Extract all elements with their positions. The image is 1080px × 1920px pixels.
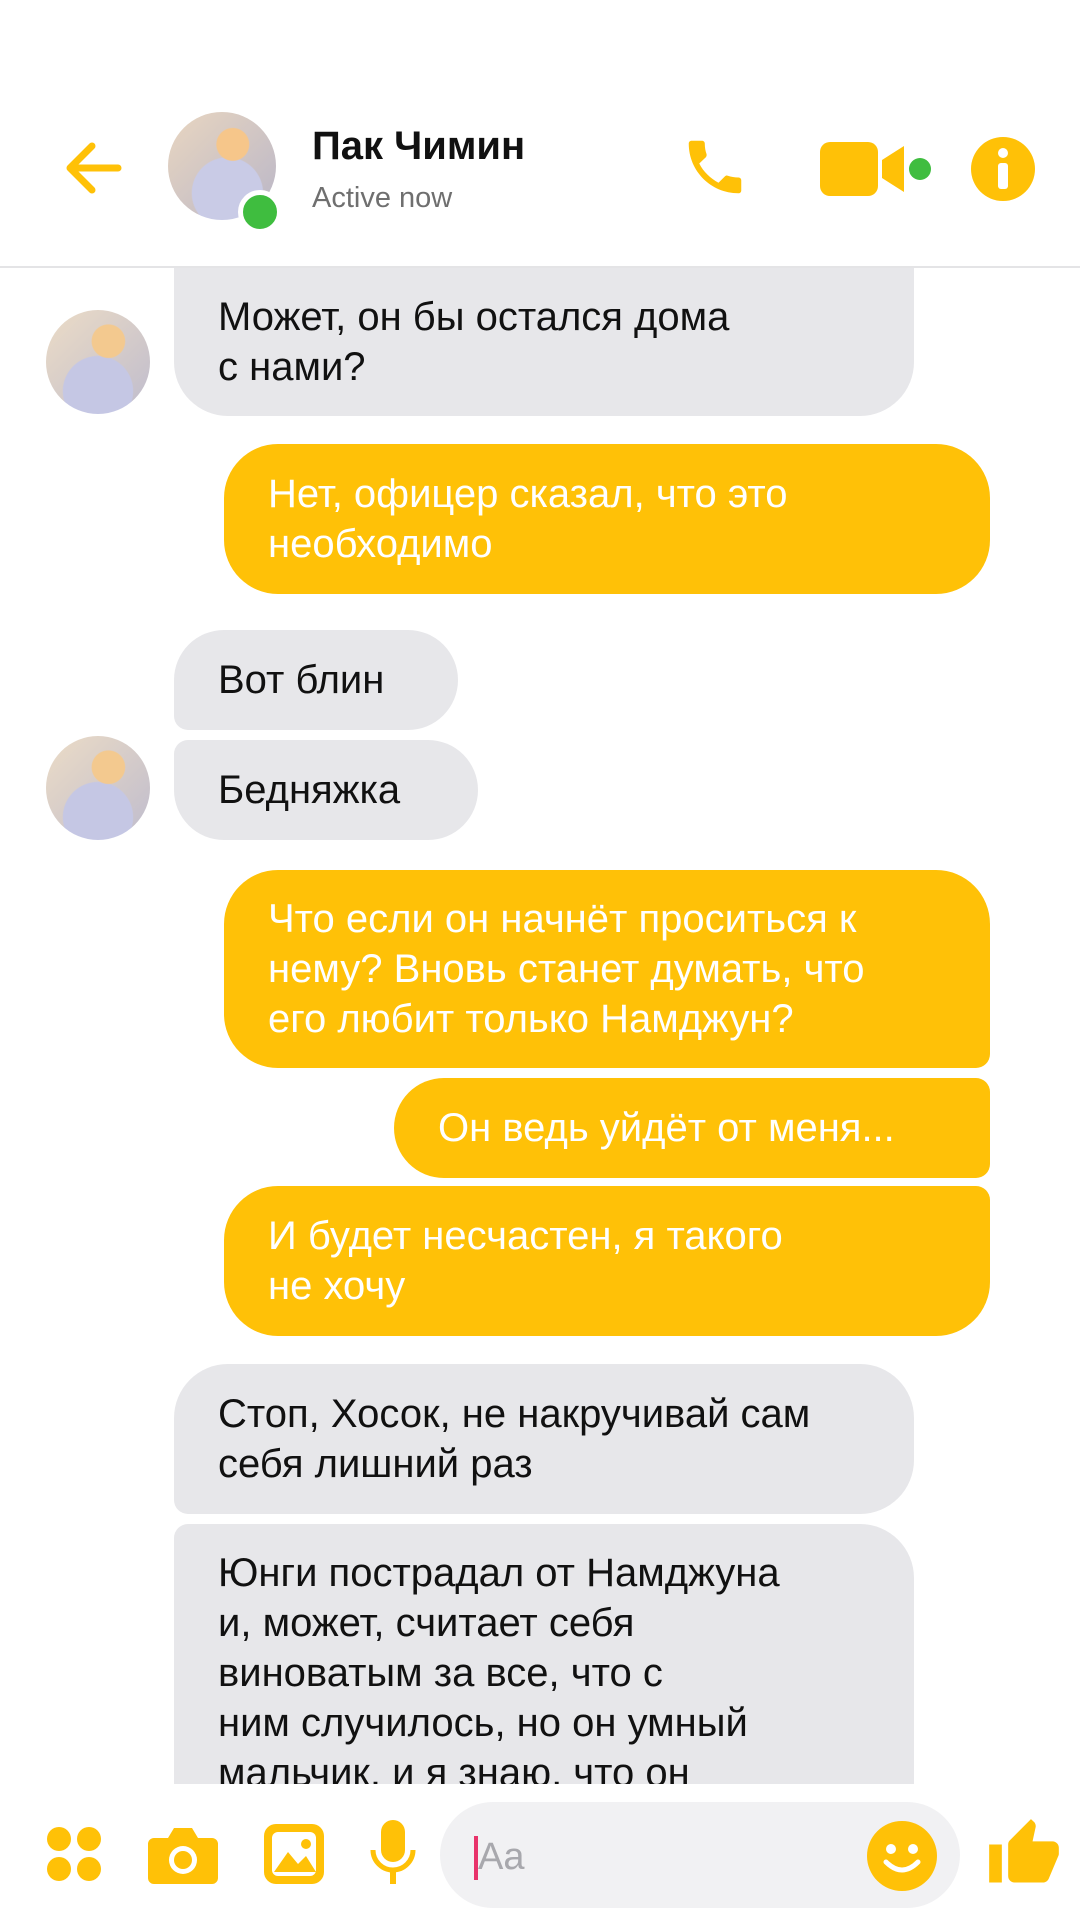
message-line: Юнги пострадал от Намджуна xyxy=(218,1551,780,1595)
contact-name[interactable]: Пак Чимин xyxy=(312,124,525,169)
message-bubble-incoming[interactable]: Может, он бы остался дома с нами? xyxy=(174,268,914,416)
message-bubble-outgoing[interactable]: Нет, офицер сказал, что это необходимо xyxy=(224,444,990,594)
microphone-icon[interactable] xyxy=(368,1818,418,1890)
message-line: Он ведь уйдёт от меня... xyxy=(438,1106,895,1150)
contact-status: Active now xyxy=(312,182,453,214)
message-line: И будет несчастен, я такого xyxy=(268,1214,783,1258)
message-line: виноватым за все, что с xyxy=(218,1651,663,1695)
message-line: себя лишний раз xyxy=(218,1442,533,1486)
message-bubble-outgoing[interactable]: И будет несчастен, я такого не хочу xyxy=(224,1186,990,1336)
message-line: Может, он бы остался дома xyxy=(218,295,730,339)
message-line: необходимо xyxy=(268,522,493,566)
contact-avatar-small[interactable] xyxy=(46,310,150,414)
message-bubble-outgoing[interactable]: Он ведь уйдёт от меня... xyxy=(394,1078,990,1178)
message-line: и, может, считает себя xyxy=(218,1601,635,1645)
message-bubble-incoming[interactable]: Бедняжка xyxy=(174,740,478,840)
message-input-placeholder: Aa xyxy=(478,1836,525,1878)
message-line: его любит только Намджун? xyxy=(268,997,794,1041)
message-line: с нами? xyxy=(218,345,366,389)
apps-grid-icon[interactable] xyxy=(44,1824,104,1884)
message-bubble-incoming[interactable]: Стоп, Хосок, не накручивай сам себя лишн… xyxy=(174,1364,914,1514)
phone-icon[interactable] xyxy=(680,132,750,202)
camera-icon[interactable] xyxy=(148,1822,218,1886)
contact-avatar-small[interactable] xyxy=(46,736,150,840)
chat-header: Пак Чимин Active now xyxy=(0,0,1080,268)
message-line: Стоп, Хосок, не накручивай сам xyxy=(218,1392,811,1436)
message-line: ним случилось, но он умный xyxy=(218,1701,748,1745)
message-line: мальчик, и я знаю, что он xyxy=(218,1751,690,1784)
back-arrow-icon[interactable] xyxy=(58,132,130,204)
message-line: не хочу xyxy=(268,1264,406,1308)
video-call-icon[interactable] xyxy=(818,138,938,200)
info-icon[interactable] xyxy=(970,136,1036,202)
message-line: Что если он начнёт проситься к xyxy=(268,897,857,941)
message-line: Нет, офицер сказал, что это xyxy=(268,472,788,516)
message-bubble-outgoing[interactable]: Что если он начнёт проситься к нему? Вно… xyxy=(224,870,990,1068)
message-list[interactable]: Может, он бы остался дома с нами? Нет, о… xyxy=(0,268,1080,1784)
message-line: нему? Вновь станет думать, что xyxy=(268,947,865,991)
gallery-icon[interactable] xyxy=(262,1822,326,1886)
message-bubble-incoming[interactable]: Вот блин xyxy=(174,630,458,730)
message-bubble-incoming[interactable]: Юнги пострадал от Намджуна и, может, счи… xyxy=(174,1524,914,1784)
emoji-icon[interactable] xyxy=(866,1820,938,1892)
online-indicator xyxy=(238,190,282,234)
thumbs-up-icon[interactable] xyxy=(986,1816,1062,1892)
message-line: Бедняжка xyxy=(218,768,401,812)
message-line: Вот блин xyxy=(218,658,385,702)
